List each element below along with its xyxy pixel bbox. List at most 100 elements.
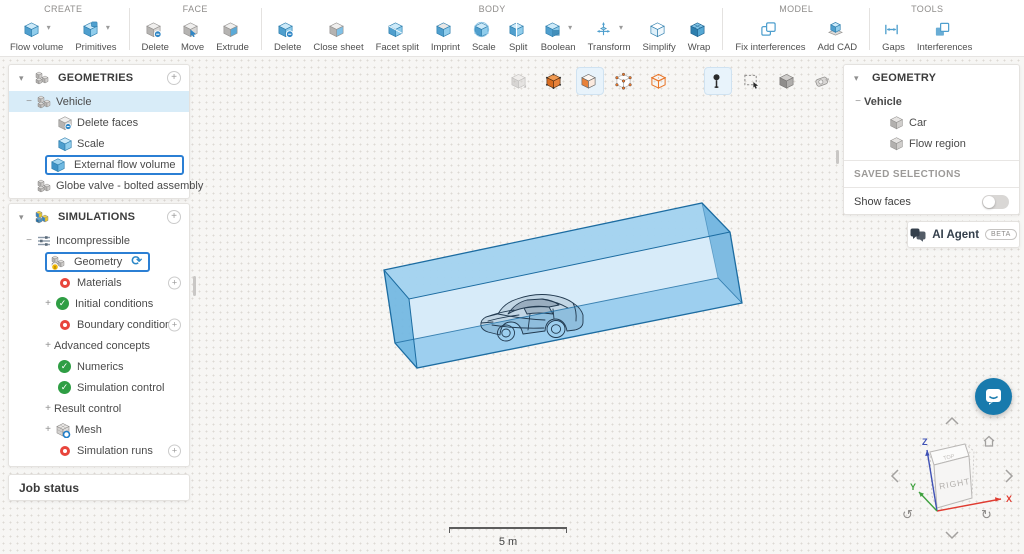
delete-face-icon — [145, 21, 162, 38]
add-button[interactable]: + — [168, 276, 181, 289]
add-cad-button[interactable]: Add CAD — [812, 16, 864, 53]
simplify-button[interactable]: Simplify — [637, 16, 682, 53]
tree-row-geometry[interactable]: !Geometry⟳ — [9, 251, 189, 272]
imprint-button[interactable]: Imprint — [425, 16, 466, 53]
toolbar-group-face: FACEDeleteMoveExtrude — [136, 0, 255, 56]
cube-gray-icon — [888, 114, 905, 131]
gaps-button[interactable]: Gaps — [876, 16, 911, 53]
tree-row-advanced-concepts[interactable]: +Advanced concepts — [9, 335, 189, 356]
chevron-down-icon[interactable]: ▾ — [47, 23, 51, 32]
tree-row-scale[interactable]: Scale — [9, 133, 189, 154]
hide-body-button[interactable] — [774, 67, 802, 95]
interferences-button[interactable]: Interferences — [911, 16, 978, 53]
expand-toggle[interactable]: + — [42, 340, 54, 351]
refresh-icon[interactable]: ⟳ — [131, 255, 142, 268]
nav-rotate-left-chevron[interactable] — [892, 470, 898, 482]
boolean-button[interactable]: ▾Boolean — [535, 16, 582, 53]
flow-volume-button[interactable]: ▾ Flow volume — [4, 16, 69, 53]
chevron-down-icon[interactable]: ▾ — [19, 212, 33, 223]
split-button[interactable]: Split — [502, 16, 535, 53]
wrap-button[interactable]: Wrap — [682, 16, 717, 53]
tree-row-mesh[interactable]: +Mesh — [9, 419, 189, 440]
toolbar-item-label: Flow volume — [10, 42, 63, 53]
facet-split-icon — [387, 21, 404, 38]
add-button[interactable]: + — [168, 444, 181, 457]
primitives-button[interactable]: ▾ Primitives — [69, 16, 122, 53]
chevron-down-icon[interactable]: ▾ — [568, 23, 572, 32]
tree-row-delete-faces[interactable]: Delete faces — [9, 112, 189, 133]
probe-pin-button[interactable] — [704, 67, 732, 95]
delete-button[interactable]: Delete — [268, 16, 307, 53]
tree-row-vehicle[interactable]: −Vehicle — [9, 91, 189, 112]
scale-button[interactable]: Scale — [466, 16, 502, 53]
tree-row-materials[interactable]: Materials+ — [9, 272, 189, 293]
select-volume-button[interactable] — [541, 67, 569, 95]
rotate-ccw-icon[interactable]: ↺ — [902, 508, 913, 523]
toolbar-item-label: Primitives — [75, 42, 116, 53]
left-panel-scrollbar[interactable] — [193, 276, 196, 296]
toolbar-group-label: CREATE — [4, 4, 123, 16]
add-button[interactable]: + — [168, 318, 181, 331]
assembly-icon — [35, 177, 52, 194]
chevron-down-icon[interactable]: ▾ — [106, 23, 110, 32]
select-vertex-button[interactable] — [611, 67, 639, 95]
tree-row-incompressible[interactable]: −Incompressible — [9, 230, 189, 251]
home-view-icon[interactable] — [984, 437, 994, 447]
tree-row-numerics[interactable]: ✓Numerics — [9, 356, 189, 377]
fix-interferences-button[interactable]: Fix interferences — [729, 16, 811, 53]
nav-cube-body[interactable]: TOP RIGHT — [930, 444, 974, 508]
delete-button[interactable]: Delete — [136, 16, 175, 53]
collapse-toggle[interactable]: − — [852, 96, 864, 107]
tree-row-boundary-conditions[interactable]: Boundary conditions+ — [9, 314, 189, 335]
tree-row-vehicle[interactable]: −Vehicle — [844, 91, 1019, 112]
tree-row-result-control[interactable]: +Result control — [9, 398, 189, 419]
flow-volume-scene[interactable] — [370, 190, 770, 390]
nav-rotate-down-chevron[interactable] — [946, 532, 958, 538]
nav-rotate-up-chevron[interactable] — [946, 418, 958, 424]
chevron-down-icon[interactable]: ▾ — [854, 73, 868, 84]
boolean-icon — [544, 21, 561, 38]
expand-toggle[interactable]: + — [42, 298, 54, 309]
add-button[interactable]: + — [167, 71, 181, 85]
chevron-down-icon[interactable]: ▾ — [619, 23, 623, 32]
show-faces-toggle[interactable] — [982, 195, 1009, 209]
tree-row-globe-valve-bolted-assembly[interactable]: Globe valve - bolted assembly — [9, 175, 189, 196]
tree-row-initial-conditions[interactable]: +✓Initial conditions — [9, 293, 189, 314]
expand-toggle[interactable]: + — [42, 424, 54, 435]
select-body-button[interactable] — [506, 67, 534, 95]
chat-launcher-button[interactable] — [975, 378, 1012, 415]
select-edge-button[interactable] — [646, 67, 674, 95]
move-button[interactable]: Move — [175, 16, 210, 53]
collapse-toggle[interactable]: − — [23, 235, 35, 246]
tree-row-simulation-runs[interactable]: Simulation runs+ — [9, 440, 189, 461]
toolbar-item-label: Gaps — [882, 42, 905, 53]
tree-row-flow-region[interactable]: Flow region — [844, 133, 1019, 154]
tree-row-simulation-control[interactable]: ✓Simulation control — [9, 377, 189, 398]
scale-body-icon — [473, 21, 490, 38]
chevron-down-icon[interactable]: ▾ — [19, 73, 33, 84]
saved-selections-header[interactable]: SAVED SELECTIONS — [844, 161, 1019, 187]
facet-split-button[interactable]: Facet split — [370, 16, 425, 53]
add-button[interactable]: + — [167, 210, 181, 224]
right-panel-scrollbar[interactable] — [836, 150, 839, 164]
expand-toggle[interactable]: + — [42, 403, 54, 414]
geometries-header[interactable]: ▾GEOMETRIES+ — [9, 65, 189, 91]
move-face-icon — [182, 21, 199, 38]
close-sheet-button[interactable]: Close sheet — [307, 16, 369, 53]
ai-agent-button[interactable]: AI Agent BETA — [907, 221, 1020, 248]
measure-button[interactable] — [809, 67, 837, 95]
extrude-button[interactable]: Extrude — [210, 16, 255, 53]
tree-row-car[interactable]: Car — [844, 112, 1019, 133]
geometry-panel-header[interactable]: ▾ GEOMETRY — [844, 65, 1019, 91]
collapse-toggle[interactable]: − — [23, 96, 35, 107]
nav-rotate-right-chevron[interactable] — [1006, 470, 1012, 482]
toolbar-item-label: Delete — [142, 42, 169, 53]
tree-row-external-flow-volume[interactable]: External flow volume — [9, 154, 189, 175]
navigation-cube[interactable]: ↺ ↻ TOP RIGHT X Z Y — [882, 412, 1022, 552]
select-face-button[interactable] — [576, 67, 604, 95]
simulations-header[interactable]: ▾SIMULATIONS+ — [9, 204, 189, 230]
job-status-panel[interactable]: Job status — [8, 474, 190, 501]
transform-button[interactable]: ▾Transform — [582, 16, 637, 53]
rotate-cw-icon[interactable]: ↻ — [981, 508, 992, 523]
box-select-button[interactable] — [739, 67, 767, 95]
